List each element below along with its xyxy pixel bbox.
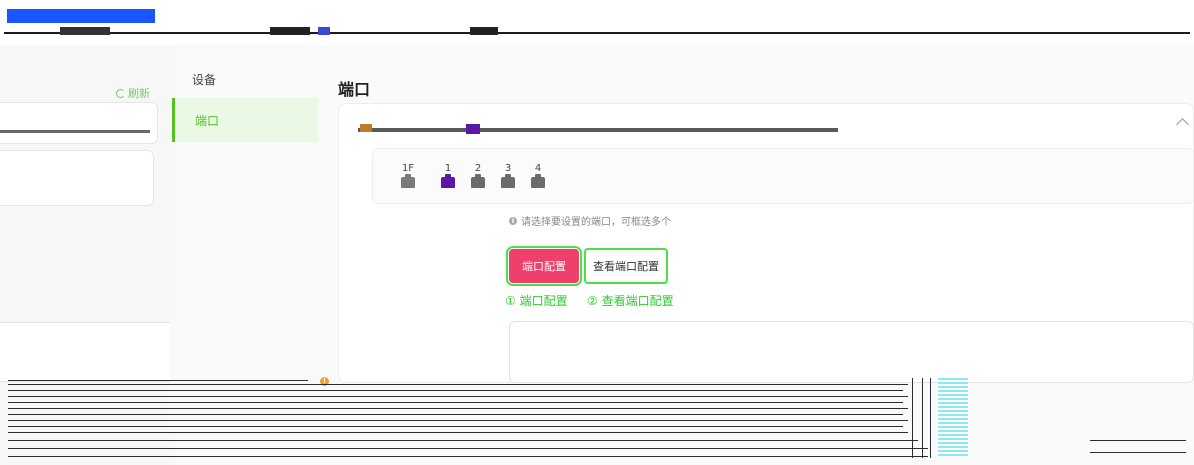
port-4[interactable]: 4 bbox=[530, 163, 546, 188]
render-glitch-stripe bbox=[8, 456, 928, 457]
device-card-glitch bbox=[0, 130, 150, 133]
header-divider bbox=[4, 32, 1190, 34]
render-glitch-stripe bbox=[1090, 440, 1186, 441]
device-detail-box bbox=[0, 150, 154, 206]
ethernet-port-icon bbox=[501, 174, 515, 188]
page-title: 端口 bbox=[338, 80, 371, 99]
brand-logo bbox=[7, 9, 155, 23]
port-1f[interactable]: 1F bbox=[400, 163, 416, 188]
port-select-hint: i 请选择要设置的端口，可框选多个 bbox=[509, 213, 671, 228]
device-card[interactable] bbox=[0, 102, 158, 144]
render-glitch-block bbox=[938, 378, 968, 456]
port-panel bbox=[372, 148, 1194, 204]
device-header-glitch bbox=[360, 124, 372, 132]
render-glitch-stripe bbox=[8, 402, 903, 403]
config-result-box bbox=[509, 321, 1194, 383]
render-glitch-stripe bbox=[8, 396, 908, 397]
port-config-button[interactable]: 端口配置 bbox=[506, 246, 582, 286]
ethernet-port-icon bbox=[471, 174, 485, 188]
render-glitch-stripe bbox=[8, 380, 308, 381]
ethernet-port-icon bbox=[441, 174, 455, 188]
ethernet-port-icon bbox=[401, 174, 415, 188]
annotation-view-port-config: ② 查看端口配置 bbox=[587, 294, 674, 308]
hint-text: 请选择要设置的端口，可框选多个 bbox=[521, 217, 671, 228]
render-glitch-stripe bbox=[8, 408, 908, 409]
port-3[interactable]: 3 bbox=[500, 163, 516, 188]
nav-item-label: 设备 bbox=[192, 72, 217, 87]
render-glitch-stripe bbox=[8, 420, 908, 421]
top-bar bbox=[0, 0, 1194, 45]
render-glitch-stripe bbox=[8, 414, 903, 415]
render-glitch-stripe bbox=[912, 378, 913, 458]
annotation-port-config: ① 端口配置 bbox=[505, 294, 568, 308]
device-header-glitch bbox=[358, 128, 838, 132]
info-icon: i bbox=[509, 216, 517, 225]
refresh-icon bbox=[116, 88, 125, 98]
refresh-label: 刷新 bbox=[128, 87, 150, 100]
render-glitch-stripe bbox=[8, 448, 928, 449]
render-glitch-stripe bbox=[8, 432, 908, 433]
render-glitch-stripe bbox=[930, 378, 931, 458]
header-glitch bbox=[470, 27, 498, 35]
device-header-glitch bbox=[466, 124, 480, 134]
render-glitch-stripe bbox=[8, 440, 918, 441]
header-glitch bbox=[270, 27, 310, 35]
header-glitch bbox=[60, 27, 110, 35]
render-glitch-stripe bbox=[922, 378, 923, 458]
port-2[interactable]: 2 bbox=[470, 163, 486, 188]
render-glitch-stripe bbox=[8, 426, 903, 427]
ethernet-port-icon bbox=[531, 174, 545, 188]
nav-item-label: 端口 bbox=[195, 113, 220, 128]
render-glitch-stripe bbox=[8, 384, 908, 385]
render-glitch-stripe bbox=[8, 390, 903, 391]
nav-item-device[interactable]: 设备 bbox=[172, 56, 318, 102]
nav-item-port[interactable]: 端口 bbox=[172, 98, 318, 142]
refresh-button[interactable]: 刷新 bbox=[116, 85, 150, 101]
header-glitch bbox=[318, 27, 330, 35]
view-port-config-button[interactable]: 查看端口配置 bbox=[584, 248, 668, 284]
port-1[interactable]: 1 bbox=[440, 163, 456, 188]
render-glitch-stripe bbox=[1090, 452, 1186, 453]
